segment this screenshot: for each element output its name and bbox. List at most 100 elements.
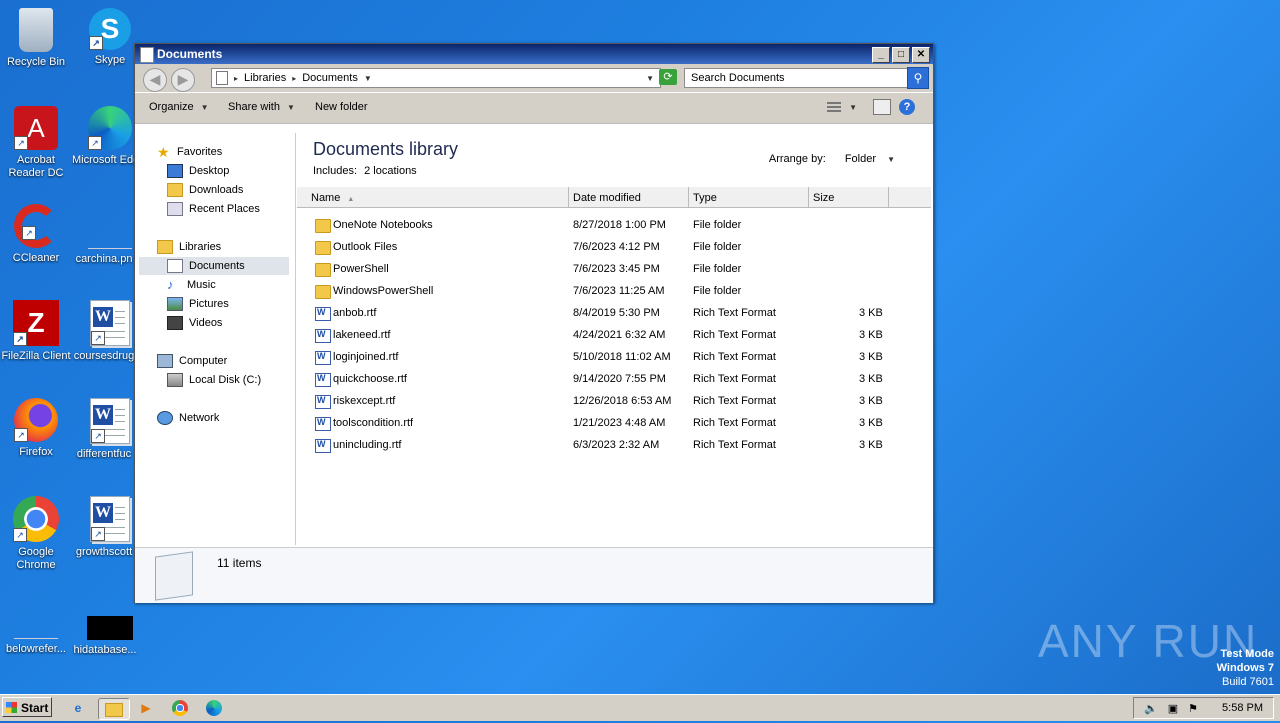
refresh-icon[interactable]: ⟳ — [659, 69, 677, 85]
desktop-icon-belowrefer[interactable]: belowrefer... — [0, 594, 74, 656]
desktop-icon-acrobat[interactable]: A ↗ Acrobat Reader DC — [0, 106, 74, 180]
file-row[interactable]: loginjoined.rtf 5/10/2018 11:02 AM Rich Te… — [297, 347, 931, 369]
maximize-button[interactable]: □ — [892, 47, 910, 63]
breadcrumb-documents[interactable]: Documents — [302, 72, 358, 84]
file-date-modified: 6/3/2023 2:32 AM — [573, 439, 660, 451]
nav-downloads[interactable]: Downloads — [167, 181, 243, 199]
title-bar[interactable]: Documents _ □ ✕ — [135, 44, 933, 64]
computer-icon — [157, 354, 173, 368]
file-list: OneNote Notebooks 8/27/2018 1:00 PM File f… — [297, 215, 931, 457]
desktop-icon-ccleaner[interactable]: ↗ CCleaner — [0, 204, 74, 265]
rtf-document-icon — [315, 307, 331, 321]
os-name-line: Windows 7 — [1216, 662, 1274, 674]
new-folder-button[interactable]: New folder — [315, 101, 368, 113]
file-size: 3 KB — [859, 417, 883, 429]
file-explorer-taskbar-button[interactable] — [98, 698, 130, 720]
file-type: File folder — [693, 263, 742, 275]
image-file-icon — [14, 594, 58, 639]
file-size: 3 KB — [859, 395, 883, 407]
breadcrumb-libraries[interactable]: Libraries — [244, 72, 286, 84]
column-header-date[interactable]: Date modified — [569, 187, 689, 207]
folder-icon — [315, 241, 331, 255]
nav-videos[interactable]: Videos — [167, 314, 222, 332]
file-row[interactable]: riskexcept.rtf 12/26/2018 6:53 AM Rich Tex… — [297, 391, 931, 413]
file-row[interactable]: anbob.rtf 8/4/2019 5:30 PM Rich Text Forma… — [297, 303, 931, 325]
chrome-taskbar-icon[interactable] — [170, 698, 190, 718]
volume-icon[interactable]: 🔈 — [1144, 702, 1158, 715]
desktop-icon-chrome[interactable]: ↗ Google Chrome — [0, 496, 74, 572]
internet-explorer-icon[interactable]: e — [68, 698, 88, 718]
column-header-type[interactable]: Type — [689, 187, 809, 207]
network-tray-icon[interactable]: ▣ — [1168, 702, 1178, 715]
address-history-dropdown-icon[interactable]: ▼ — [646, 74, 654, 83]
file-type: Rich Text Format — [693, 439, 776, 451]
nav-computer[interactable]: Computer — [157, 352, 227, 370]
view-dropdown-icon[interactable]: ▼ — [849, 103, 857, 112]
desktop-icon-firefox[interactable]: ↗ Firefox — [0, 398, 74, 459]
file-name: loginjoined.rtf — [333, 351, 399, 363]
help-icon[interactable]: ? — [899, 99, 915, 115]
file-row[interactable]: Outlook Files 7/6/2023 4:12 PM File folder — [297, 237, 931, 259]
file-date-modified: 8/4/2019 5:30 PM — [573, 307, 660, 319]
chrome-icon: ↗ — [13, 496, 59, 542]
column-header-name[interactable]: Name ▲ — [297, 187, 569, 207]
file-row[interactable]: quickchoose.rtf 9/14/2020 7:55 PM Rich Tex… — [297, 369, 931, 391]
pictures-icon — [167, 297, 183, 311]
file-row[interactable]: WindowsPowerShell 7/6/2023 11:25 AM File f… — [297, 281, 931, 303]
nav-label: Music — [187, 279, 216, 291]
file-row[interactable]: toolscondition.rtf 1/21/2023 4:48 AM Rich … — [297, 413, 931, 435]
organize-button[interactable]: Organize ▼ — [149, 101, 209, 113]
file-type: Rich Text Format — [693, 373, 776, 385]
file-name: lakeneed.rtf — [333, 329, 391, 341]
search-icon[interactable]: ⚲ — [907, 67, 929, 89]
column-header-size[interactable]: Size — [809, 187, 889, 207]
desktop-icon-filezilla[interactable]: Z ↗ FileZilla Client — [0, 300, 74, 363]
desktop-icon-hidatabase[interactable]: hidatabase... — [72, 594, 148, 657]
file-row[interactable]: lakeneed.rtf 4/24/2021 6:32 AM Rich Text F… — [297, 325, 931, 347]
clock[interactable]: 5:58 PM — [1222, 702, 1263, 714]
preview-pane-icon[interactable] — [873, 99, 891, 115]
rtf-document-icon — [315, 439, 331, 453]
file-row[interactable]: unincluding.rtf 6/3/2023 2:32 AM Rich Text… — [297, 435, 931, 457]
window-controls: _ □ ✕ — [872, 47, 930, 63]
includes-locations-link[interactable]: 2 locations — [364, 165, 417, 177]
nav-favorites[interactable]: ★ Favorites — [157, 143, 222, 161]
search-input[interactable]: Search Documents — [684, 68, 914, 88]
media-player-icon[interactable]: ▶ — [136, 698, 156, 718]
minimize-button[interactable]: _ — [872, 47, 890, 63]
file-row[interactable]: OneNote Notebooks 8/27/2018 1:00 PM File f… — [297, 215, 931, 237]
file-size: 3 KB — [859, 439, 883, 451]
start-button[interactable]: Start — [2, 697, 52, 717]
window-document-icon — [140, 47, 154, 63]
nav-pictures[interactable]: Pictures — [167, 295, 229, 313]
chevron-down-icon: ▼ — [887, 155, 895, 164]
desktop-icon-recycle-bin[interactable]: Recycle Bin — [0, 8, 74, 69]
forward-button[interactable]: ▶ — [171, 68, 195, 92]
nav-recent-places[interactable]: Recent Places — [167, 200, 260, 218]
address-box[interactable]: ▸ Libraries ▸ Documents ▼ ▼ — [211, 68, 661, 88]
arrange-by-dropdown[interactable]: Folder ▼ — [837, 153, 895, 165]
desktop-icon-label: FileZilla Client — [1, 350, 71, 362]
back-button[interactable]: ◀ — [143, 68, 167, 92]
rtf-document-icon — [315, 395, 331, 409]
edge-taskbar-icon[interactable] — [204, 698, 224, 718]
action-center-flag-icon[interactable]: ⚑ — [1188, 702, 1198, 715]
nav-local-disk[interactable]: Local Disk (C:) — [167, 371, 261, 389]
nav-label: Pictures — [189, 298, 229, 310]
file-row[interactable]: PowerShell 7/6/2023 3:45 PM File folder — [297, 259, 931, 281]
nav-network[interactable]: Network — [157, 409, 219, 427]
nav-desktop[interactable]: Desktop — [167, 162, 229, 180]
close-button[interactable]: ✕ — [912, 47, 930, 63]
black-image-icon — [87, 616, 133, 640]
test-mode-text: Test Mode Windows 7 Build 7601 — [1217, 647, 1274, 689]
file-date-modified: 12/26/2018 6:53 AM — [573, 395, 672, 407]
nav-music[interactable]: ♪ Music — [167, 276, 216, 294]
drive-icon — [167, 373, 183, 387]
chevron-down-icon[interactable]: ▼ — [364, 74, 372, 83]
nav-libraries[interactable]: Libraries — [157, 238, 221, 256]
arrange-label: Arrange by: — [768, 153, 826, 165]
change-view-icon[interactable] — [827, 102, 842, 112]
file-type: Rich Text Format — [693, 351, 776, 363]
share-with-button[interactable]: Share with ▼ — [228, 101, 295, 113]
nav-documents[interactable]: Documents — [139, 257, 289, 275]
